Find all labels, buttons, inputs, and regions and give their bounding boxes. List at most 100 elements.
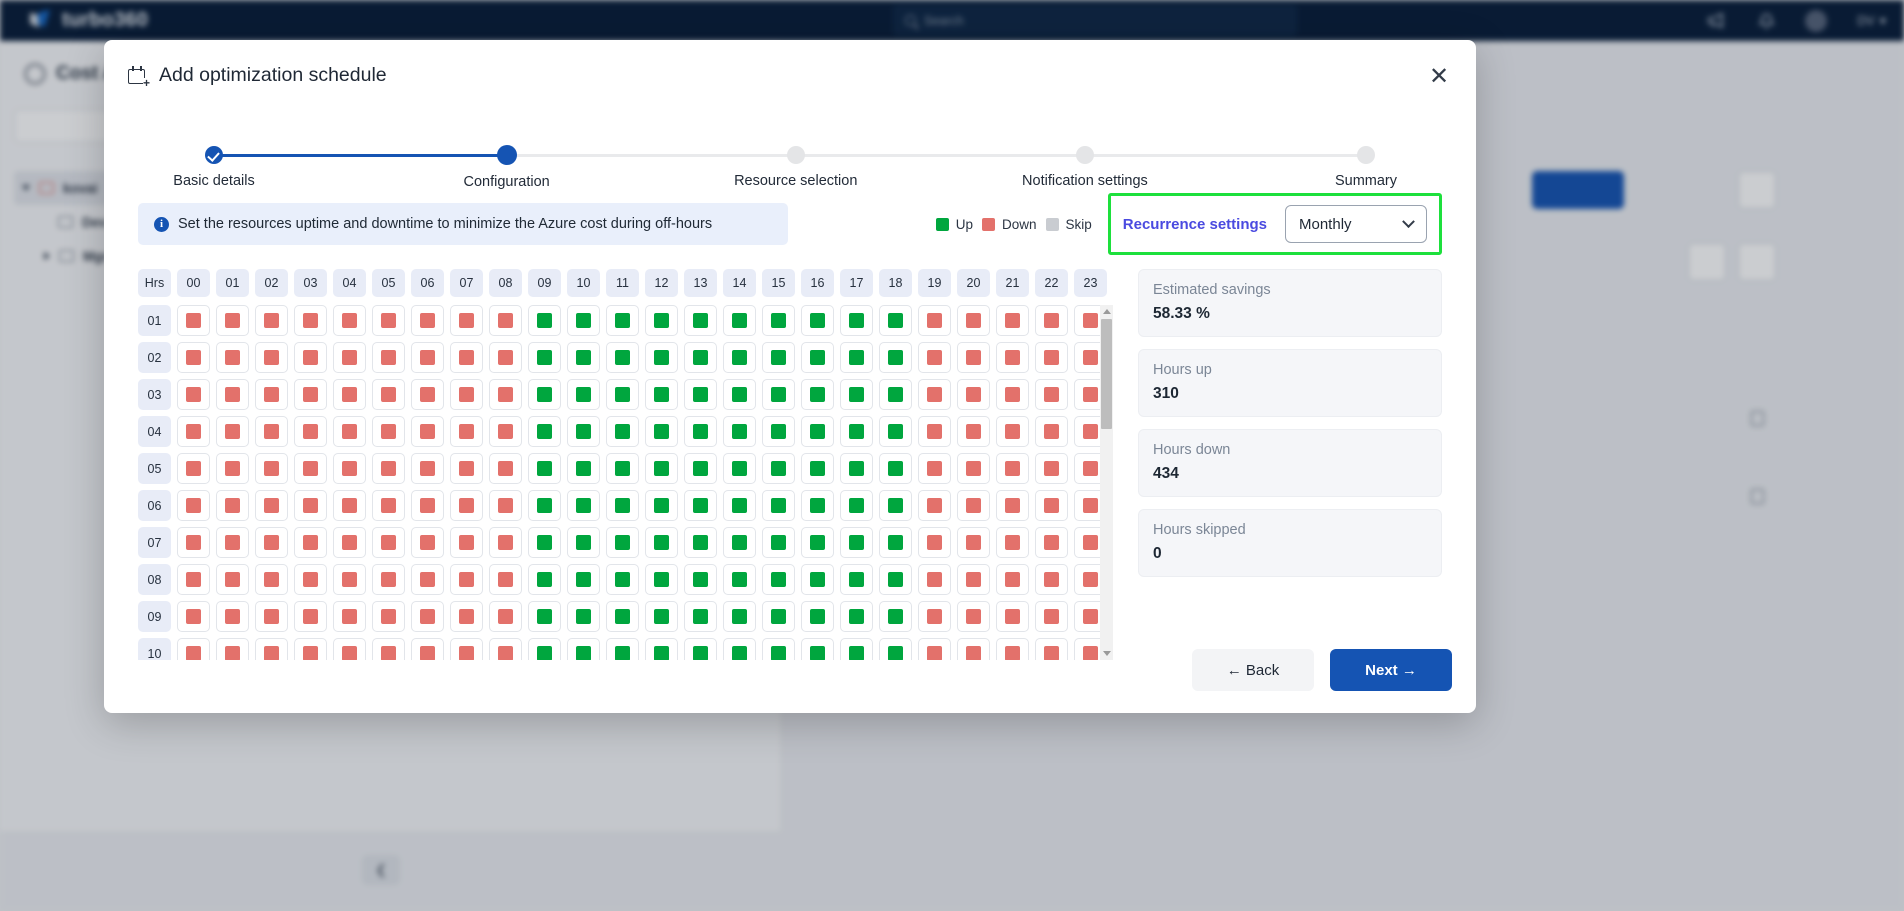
grid-cell[interactable]: [918, 453, 951, 484]
grid-cell[interactable]: [489, 342, 522, 373]
grid-cell[interactable]: [723, 416, 756, 447]
grid-cell[interactable]: [918, 342, 951, 373]
grid-cell[interactable]: [489, 490, 522, 521]
grid-cell[interactable]: [957, 601, 990, 632]
grid-cell[interactable]: [528, 638, 561, 660]
grid-cell[interactable]: [723, 527, 756, 558]
grid-cell[interactable]: [684, 453, 717, 484]
grid-cell[interactable]: [879, 453, 912, 484]
grid-cell[interactable]: [489, 453, 522, 484]
grid-cell[interactable]: [957, 416, 990, 447]
grid-cell[interactable]: [957, 638, 990, 660]
grid-cell[interactable]: [1035, 416, 1068, 447]
grid-cell[interactable]: [489, 379, 522, 410]
grid-cell[interactable]: [216, 305, 249, 336]
grid-row-label-05[interactable]: 05: [138, 453, 171, 484]
grid-cell[interactable]: [450, 453, 483, 484]
grid-cell[interactable]: [723, 601, 756, 632]
grid-cell[interactable]: [957, 379, 990, 410]
grid-cell[interactable]: [606, 305, 639, 336]
grid-cell[interactable]: [255, 453, 288, 484]
grid-cell[interactable]: [294, 527, 327, 558]
grid-cell[interactable]: [216, 453, 249, 484]
grid-cell[interactable]: [528, 342, 561, 373]
grid-cell[interactable]: [762, 490, 795, 521]
grid-cell[interactable]: [294, 638, 327, 660]
grid-cell[interactable]: [216, 379, 249, 410]
grid-cell[interactable]: [177, 342, 210, 373]
grid-cell[interactable]: [879, 305, 912, 336]
grid-cell[interactable]: [528, 453, 561, 484]
grid-row-label-04[interactable]: 04: [138, 416, 171, 447]
grid-cell[interactable]: [684, 527, 717, 558]
grid-cell[interactable]: [450, 601, 483, 632]
grid-cell[interactable]: [567, 453, 600, 484]
grid-cell[interactable]: [840, 379, 873, 410]
grid-cell[interactable]: [567, 305, 600, 336]
grid-cell[interactable]: [918, 564, 951, 595]
grid-row-label-08[interactable]: 08: [138, 564, 171, 595]
grid-cell[interactable]: [294, 601, 327, 632]
grid-cell[interactable]: [372, 601, 405, 632]
grid-column-header-05[interactable]: 05: [372, 269, 405, 297]
grid-row-label-07[interactable]: 07: [138, 527, 171, 558]
grid-cell[interactable]: [333, 601, 366, 632]
grid-cell[interactable]: [216, 490, 249, 521]
grid-cell[interactable]: [918, 601, 951, 632]
grid-cell[interactable]: [411, 453, 444, 484]
grid-cell[interactable]: [996, 416, 1029, 447]
step-resource-selection[interactable]: Resource selection: [681, 119, 911, 189]
scroll-up-arrow-icon[interactable]: [1103, 309, 1111, 314]
grid-cell[interactable]: [333, 564, 366, 595]
grid-cell[interactable]: [684, 305, 717, 336]
grid-cell[interactable]: [879, 601, 912, 632]
grid-cell[interactable]: [1035, 490, 1068, 521]
grid-cell[interactable]: [606, 564, 639, 595]
grid-column-header-11[interactable]: 11: [606, 269, 639, 297]
step-notification-settings[interactable]: Notification settings: [970, 119, 1200, 189]
grid-cell[interactable]: [918, 305, 951, 336]
grid-cell[interactable]: [918, 638, 951, 660]
grid-cell[interactable]: [996, 601, 1029, 632]
grid-column-header-02[interactable]: 02: [255, 269, 288, 297]
grid-cell[interactable]: [333, 305, 366, 336]
grid-cell[interactable]: [762, 564, 795, 595]
grid-cell[interactable]: [996, 305, 1029, 336]
grid-cell[interactable]: [723, 564, 756, 595]
grid-cell[interactable]: [645, 453, 678, 484]
grid-cell[interactable]: [411, 490, 444, 521]
grid-cell[interactable]: [996, 490, 1029, 521]
grid-cell[interactable]: [801, 490, 834, 521]
grid-cell[interactable]: [723, 490, 756, 521]
grid-cell[interactable]: [996, 379, 1029, 410]
grid-cell[interactable]: [684, 342, 717, 373]
grid-cell[interactable]: [450, 527, 483, 558]
grid-cell[interactable]: [723, 638, 756, 660]
grid-cell[interactable]: [684, 490, 717, 521]
grid-cell[interactable]: [840, 305, 873, 336]
grid-column-header-04[interactable]: 04: [333, 269, 366, 297]
grid-cell[interactable]: [645, 527, 678, 558]
grid-cell[interactable]: [372, 305, 405, 336]
grid-cell[interactable]: [840, 638, 873, 660]
grid-cell[interactable]: [177, 638, 210, 660]
grid-cell[interactable]: [1035, 379, 1068, 410]
grid-cell[interactable]: [528, 564, 561, 595]
grid-column-header-03[interactable]: 03: [294, 269, 327, 297]
grid-cell[interactable]: [372, 379, 405, 410]
back-button[interactable]: ← Back: [1192, 649, 1314, 691]
grid-cell[interactable]: [801, 527, 834, 558]
grid-cell[interactable]: [762, 527, 795, 558]
grid-cell[interactable]: [372, 416, 405, 447]
grid-cell[interactable]: [567, 490, 600, 521]
scroll-down-arrow-icon[interactable]: [1103, 651, 1111, 656]
grid-cell[interactable]: [567, 342, 600, 373]
grid-cell[interactable]: [1035, 305, 1068, 336]
grid-cell[interactable]: [177, 453, 210, 484]
grid-cell[interactable]: [255, 638, 288, 660]
grid-cell[interactable]: [177, 564, 210, 595]
grid-cell[interactable]: [762, 601, 795, 632]
grid-cell[interactable]: [294, 342, 327, 373]
grid-cell[interactable]: [645, 416, 678, 447]
grid-cell[interactable]: [840, 453, 873, 484]
